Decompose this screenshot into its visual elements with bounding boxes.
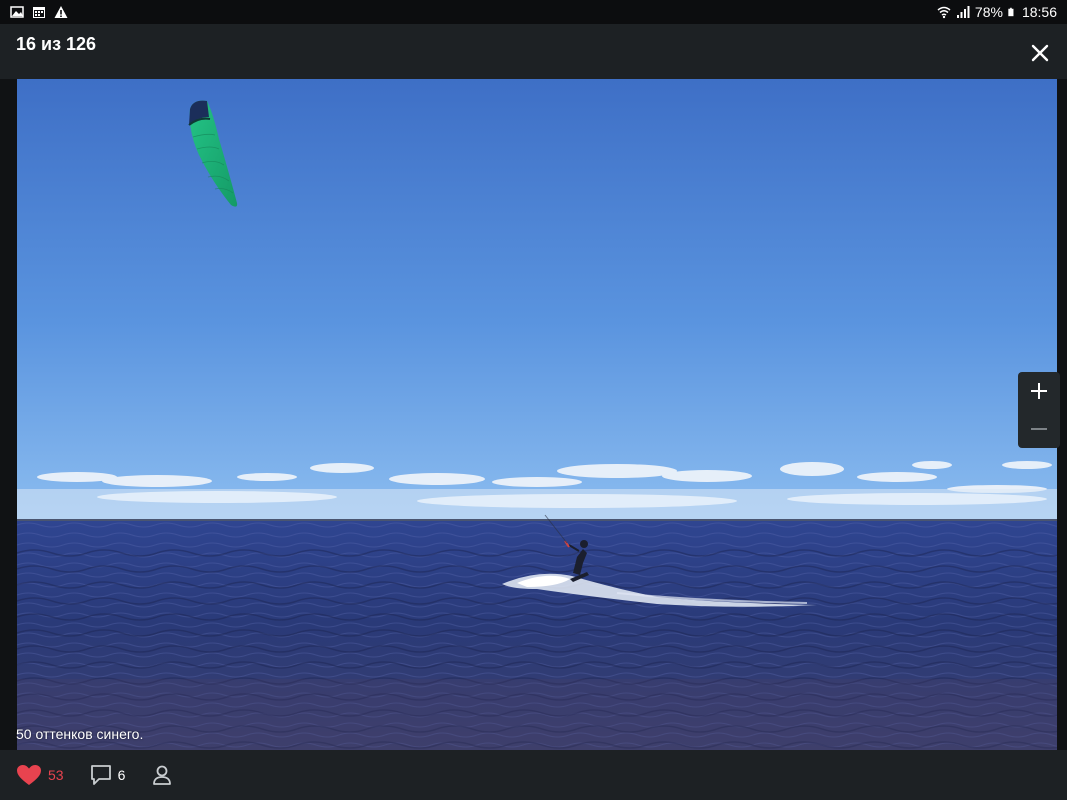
close-icon bbox=[1031, 44, 1049, 61]
action-bar: 53 6 bbox=[0, 750, 1067, 800]
like-count: 53 bbox=[48, 767, 64, 783]
battery-icon bbox=[1008, 7, 1014, 17]
like-button[interactable]: 53 bbox=[16, 764, 64, 786]
photo[interactable] bbox=[17, 79, 1057, 750]
clock: 18:56 bbox=[1021, 4, 1057, 20]
photo-caption: 50 оттенков синего. bbox=[16, 726, 144, 742]
photo-image bbox=[17, 79, 1057, 750]
warning-icon bbox=[54, 6, 68, 18]
comments-button[interactable]: 6 bbox=[90, 764, 126, 786]
zoom-in-button[interactable] bbox=[1018, 372, 1060, 410]
plus-icon bbox=[1031, 383, 1047, 399]
wifi-icon bbox=[937, 6, 951, 19]
viewer-header: 16 из 126 bbox=[0, 24, 1067, 79]
person-icon bbox=[153, 765, 172, 785]
image-icon bbox=[10, 6, 24, 18]
minus-icon bbox=[1031, 428, 1047, 430]
calendar-icon bbox=[33, 7, 45, 18]
comment-icon bbox=[90, 765, 111, 785]
signal-icon bbox=[956, 6, 970, 18]
status-bar: 78% 18:56 bbox=[0, 0, 1067, 24]
heart-icon bbox=[17, 765, 41, 785]
zoom-control bbox=[1018, 372, 1060, 448]
close-button[interactable] bbox=[1023, 36, 1057, 70]
zoom-out-button[interactable] bbox=[1018, 410, 1060, 448]
photo-counter: 16 из 126 bbox=[16, 34, 97, 54]
tag-person-button[interactable] bbox=[151, 764, 173, 786]
comment-count: 6 bbox=[117, 767, 126, 783]
battery-percent: 78% bbox=[974, 4, 1003, 20]
